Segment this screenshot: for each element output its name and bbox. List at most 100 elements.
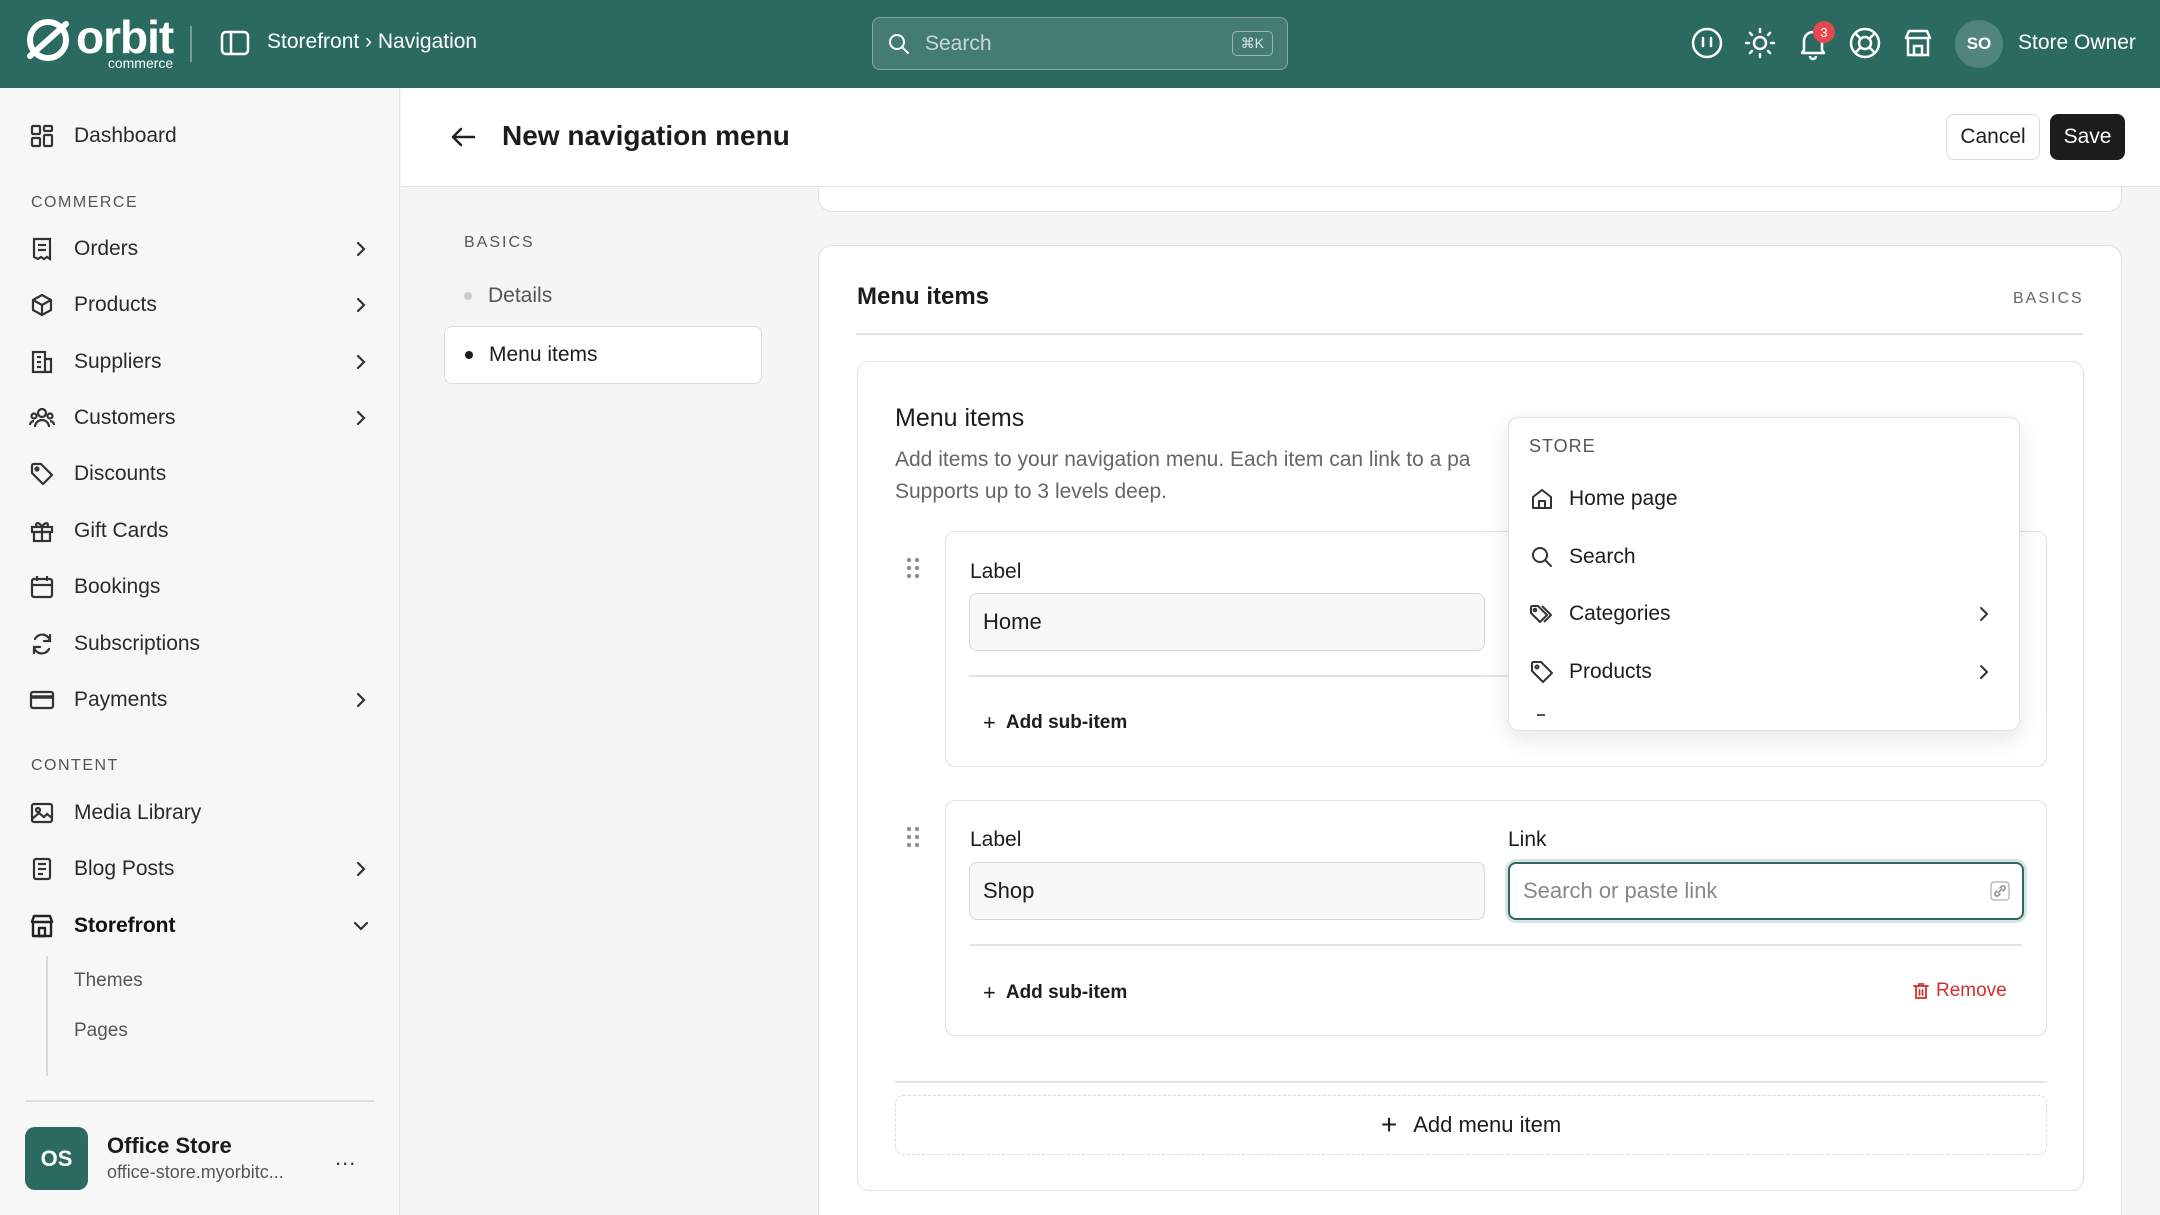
chevron-right-icon [356,297,366,313]
sidebar-item-label: Suppliers [74,350,162,373]
notification-badge: 3 [1813,21,1835,43]
sidebar-item-label: Orders [74,237,139,260]
link-suggestions-dropdown: STORE Home page Search Categories Produc… [1508,417,2020,731]
plus-icon: + [1380,1109,1398,1140]
breadcrumb: Storefront › Navigation [267,30,478,53]
save-button[interactable]: Save [2050,114,2125,160]
sidebar-item-dashboard[interactable]: Dashboard [28,113,373,159]
toc-section-label: BASICS [464,234,535,251]
link-caption: Link [1508,828,1547,851]
add-sub-item-label: Add sub-item [1005,712,1128,733]
add-sub-item-button[interactable]: + Add sub-item [983,710,1127,736]
divider [895,1081,2047,1083]
sidebar-item-suppliers[interactable]: Suppliers [28,339,373,385]
refresh-icon [32,633,52,655]
chevron-down-icon [353,921,369,931]
ai-assistant-icon[interactable] [1688,24,1726,62]
logo-text: orbit [76,11,174,63]
sidebar-toggle-icon[interactable] [220,30,250,56]
toc-item-label: Details [488,284,553,307]
editor-description-line: Supports up to 3 levels deep. [895,480,1168,503]
user-name[interactable]: Store Owner [2018,31,2136,55]
sidebar-item-label: Products [74,293,157,316]
sidebar-item-label: Discounts [74,462,167,485]
dropdown-option-label: Search [1569,545,1636,568]
dropdown-option-label: Products [1569,660,1652,683]
store-url: office-store.myorbitc... [107,1162,284,1182]
search-icon [1532,547,1552,567]
chevron-right-icon [356,241,366,257]
sidebar-item-bookings[interactable]: Bookings [28,564,373,610]
sidebar-item-orders[interactable]: Orders [28,226,373,272]
sidebar-subitem-pages[interactable]: Pages [74,1020,128,1042]
help-lifebuoy-icon[interactable] [1846,24,1884,62]
search-placeholder: Search [925,31,992,55]
plus-icon: + [983,710,996,735]
editor-description: Add items to your navigation menu. Each … [895,444,1515,508]
card-title: Menu items [857,283,990,310]
label-caption: Label [970,828,1022,851]
search-shortcut: ⌘K [1231,31,1273,56]
dropdown-option-products[interactable]: Products [1529,648,2009,696]
toc-item-details[interactable]: Details [444,267,762,325]
document-icon [32,857,52,881]
store-avatar[interactable]: OS [25,1127,88,1190]
toc-dot [465,351,473,359]
sidebar-item-label: Subscriptions [74,632,201,655]
chevron-right-icon [1980,607,1989,621]
user-avatar[interactable]: SO [1955,20,2003,68]
divider [190,26,192,62]
link-input[interactable]: Search or paste link [1508,862,2024,920]
card-section-tag: BASICS [2013,290,2084,307]
users-icon [29,407,55,428]
dropdown-option-categories[interactable]: Categories [1529,590,2009,638]
toc-item-menu-items[interactable]: Menu items [444,326,762,384]
remove-item-button[interactable]: Remove [1912,980,2007,1002]
home-icon [1532,489,1552,509]
cancel-button[interactable]: Cancel [1946,114,2040,160]
divider [969,675,1509,677]
dropdown-option-search[interactable]: Search [1529,533,2009,581]
sidebar-item-gift-cards[interactable]: Gift Cards [28,508,373,554]
tag-icon [1531,661,1553,683]
label-input[interactable]: Shop [969,862,1485,920]
label-input[interactable]: Home [969,593,1485,651]
chevron-right-icon [1980,665,1989,679]
sidebar-item-products[interactable]: Products [28,282,373,328]
editor-description-line: Add items to your navigation menu. Each … [895,448,1471,471]
drag-handle-icon[interactable] [905,825,921,849]
storefront-icon[interactable] [1899,24,1937,62]
sidebar-item-payments[interactable]: Payments [28,677,373,723]
sidebar-item-customers[interactable]: Customers [28,395,373,441]
receipt-icon [32,237,52,262]
global-search[interactable]: Search ⌘K [872,17,1288,70]
logo[interactable]: orbit commerce [24,11,174,70]
divider [25,1100,375,1102]
back-arrow-icon[interactable] [448,122,478,152]
sidebar-item-subscriptions[interactable]: Subscriptions [28,621,373,667]
sidebar-subitem-themes[interactable]: Themes [74,970,143,992]
store-menu-button[interactable]: ... [335,1145,356,1171]
calendar-icon [30,576,54,599]
trash-icon [1913,983,1929,999]
dashboard-icon [30,124,54,148]
submenu-guide [46,956,48,1076]
add-sub-item-button[interactable]: + Add sub-item [983,980,1127,1006]
drag-handle-icon[interactable] [905,556,921,580]
theme-toggle-icon[interactable] [1741,24,1779,62]
add-menu-item-button[interactable]: + Add menu item [895,1095,2047,1155]
building-icon [31,350,53,374]
sidebar-item-label: Storefront [74,914,176,937]
sidebar-item-blog-posts[interactable]: Blog Posts [28,846,373,892]
sidebar-item-discounts[interactable]: Discounts [28,451,373,497]
page-title: New navigation menu [502,120,790,151]
top-bar: orbit commerce Storefront › Navigation S… [0,0,2160,88]
sidebar-item-storefront[interactable]: Storefront [28,903,373,949]
dropdown-scroll-hint [1537,714,1545,716]
dropdown-option-home-page[interactable]: Home page [1529,475,2009,523]
sidebar-item-media-library[interactable]: Media Library [28,790,373,836]
divider [969,944,2022,946]
toc-item-label: Menu items [489,343,598,366]
chevron-right-icon [356,354,366,370]
sidebar-item-label: Gift Cards [74,519,169,542]
